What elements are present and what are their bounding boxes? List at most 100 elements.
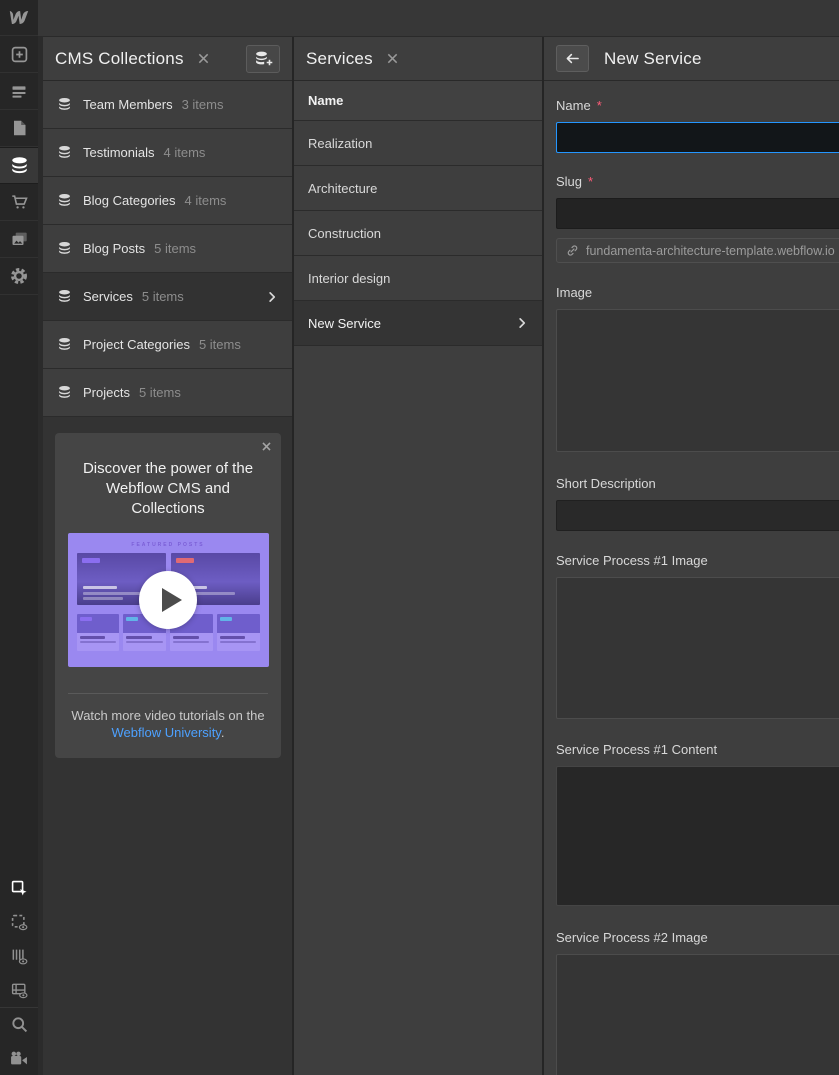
collections-close-icon[interactable] — [197, 52, 210, 65]
service-item-label: Architecture — [308, 180, 378, 196]
short-description-field-label: Short Description — [556, 476, 839, 491]
collection-stack-icon — [57, 97, 72, 112]
field-label-text: Name — [556, 98, 591, 113]
add-elements-icon[interactable] — [0, 36, 38, 73]
assets-icon[interactable] — [0, 221, 38, 258]
select-tool-icon[interactable] — [0, 871, 38, 905]
collection-stack-icon — [57, 241, 72, 256]
navigator-icon[interactable] — [0, 73, 38, 110]
services-close-icon[interactable] — [386, 52, 399, 65]
collection-item-testimonials[interactable]: Testimonials 4 items — [43, 129, 292, 177]
promo-title: Discover the power of the Webflow CMS an… — [82, 460, 254, 517]
guides-icon[interactable] — [0, 939, 38, 973]
service-item-architecture[interactable]: Architecture — [294, 166, 542, 211]
editor-fields: Name * Slug * fundamenta-architecture-te… — [544, 98, 839, 1075]
sp1-content-field-label: Service Process #1 Content — [556, 742, 839, 757]
sp1-image-dropzone[interactable] — [556, 577, 839, 719]
collection-count: 4 items — [184, 193, 227, 208]
field-label-text: Service Process #2 Image — [556, 930, 708, 945]
collections-panel-title: CMS Collections — [55, 48, 184, 68]
field-label-text: Service Process #1 Image — [556, 553, 708, 568]
cms-collections-icon[interactable] — [0, 147, 38, 184]
collection-stack-icon — [57, 385, 72, 400]
service-item-interior-design[interactable]: Interior design — [294, 256, 542, 301]
new-service-editor-panel: New Service Name * Slug * fundamenta-arc… — [542, 37, 839, 1075]
collection-item-project-categories[interactable]: Project Categories 5 items — [43, 321, 292, 369]
short-description-input[interactable] — [556, 500, 839, 531]
zoom-search-icon[interactable] — [0, 1007, 38, 1041]
services-panel-title: Services — [306, 48, 373, 68]
ecommerce-icon[interactable] — [0, 184, 38, 221]
required-asterisk: * — [596, 98, 602, 113]
webflow-logo-icon[interactable] — [0, 0, 38, 36]
editor-panel-header: New Service — [544, 37, 839, 81]
image-field-label: Image — [556, 285, 839, 300]
webflow-designer-window: CMS Collections Team Members 3 items Tes… — [0, 0, 839, 1075]
chevron-right-icon — [516, 317, 528, 329]
collection-stack-icon — [57, 337, 72, 352]
collection-item-services[interactable]: Services 5 items — [43, 273, 292, 321]
required-asterisk: * — [588, 174, 594, 189]
collection-item-projects[interactable]: Projects 5 items — [43, 369, 292, 417]
name-field-label: Name * — [556, 98, 839, 113]
service-item-realization[interactable]: Realization — [294, 121, 542, 166]
collection-count: 5 items — [138, 385, 181, 400]
slug-url-text: fundamenta-architecture-template.webflow… — [586, 243, 835, 258]
collection-label: Blog Posts — [83, 241, 146, 256]
editor-panel-title: New Service — [604, 48, 702, 68]
sp2-image-field-label: Service Process #2 Image — [556, 930, 839, 945]
xray-mode-icon[interactable] — [0, 905, 38, 939]
top-strip — [38, 0, 839, 37]
settings-gear-icon[interactable] — [0, 258, 38, 295]
preview-card — [216, 614, 260, 651]
services-column-header: Name — [294, 81, 542, 121]
link-icon — [567, 245, 578, 256]
services-panel-header: Services — [294, 37, 542, 81]
collection-stack-icon — [57, 193, 72, 208]
service-item-new-service[interactable]: New Service — [294, 301, 542, 346]
collection-item-team-members[interactable]: Team Members 3 items — [43, 81, 292, 129]
service-item-construction[interactable]: Construction — [294, 211, 542, 256]
service-item-label: Realization — [308, 135, 373, 151]
service-item-label: Construction — [308, 225, 381, 241]
sp1-image-field-label: Service Process #1 Image — [556, 553, 839, 568]
promo-footer: Watch more video tutorials on the Webflo… — [67, 707, 269, 741]
promo-footer-text: Watch more video tutorials on the — [71, 708, 265, 723]
collection-label: Services — [83, 289, 133, 304]
field-label-text: Service Process #1 Content — [556, 742, 718, 757]
image-dropzone[interactable] — [556, 309, 839, 452]
collection-stack-icon — [57, 145, 72, 160]
collection-label: Projects — [83, 385, 130, 400]
collection-count: 5 items — [198, 337, 241, 352]
collection-label: Team Members — [83, 97, 173, 112]
back-button[interactable] — [556, 45, 589, 72]
collection-item-blog-posts[interactable]: Blog Posts 5 items — [43, 225, 292, 273]
pages-icon[interactable] — [0, 110, 38, 147]
collection-item-blog-categories[interactable]: Blog Categories 4 items — [43, 177, 292, 225]
thumbnail-preview-heading: FEATURED POSTS — [131, 542, 205, 548]
chevron-right-icon — [266, 291, 278, 303]
collections-list: Team Members 3 items Testimonials 4 item… — [43, 81, 292, 417]
promo-divider — [68, 693, 268, 694]
layout-outlines-icon[interactable] — [0, 973, 38, 1007]
sp1-content-input[interactable] — [556, 766, 839, 906]
collection-count: 5 items — [154, 241, 197, 256]
add-collection-button[interactable] — [246, 44, 280, 73]
video-tutorials-icon[interactable] — [0, 1041, 38, 1075]
collection-label: Testimonials — [83, 145, 155, 160]
name-input[interactable] — [556, 122, 839, 153]
collection-label: Project Categories — [83, 337, 190, 352]
service-item-label: Interior design — [308, 270, 391, 286]
webflow-university-link[interactable]: Webflow University — [112, 725, 221, 740]
video-thumbnail[interactable]: FEATURED POSTS — [67, 533, 269, 667]
cms-promo-card: Discover the power of the Webflow CMS an… — [55, 433, 281, 758]
sp2-image-dropzone[interactable] — [556, 954, 839, 1075]
collection-count: 5 items — [141, 289, 184, 304]
promo-close-icon[interactable] — [261, 441, 272, 452]
collection-count: 3 items — [181, 97, 224, 112]
service-item-label: New Service — [308, 315, 381, 331]
collection-stack-icon — [57, 289, 72, 304]
slug-input[interactable] — [556, 198, 839, 229]
services-panel: Services Name Realization Architecture C… — [292, 37, 542, 1075]
play-button-icon[interactable] — [139, 571, 197, 629]
